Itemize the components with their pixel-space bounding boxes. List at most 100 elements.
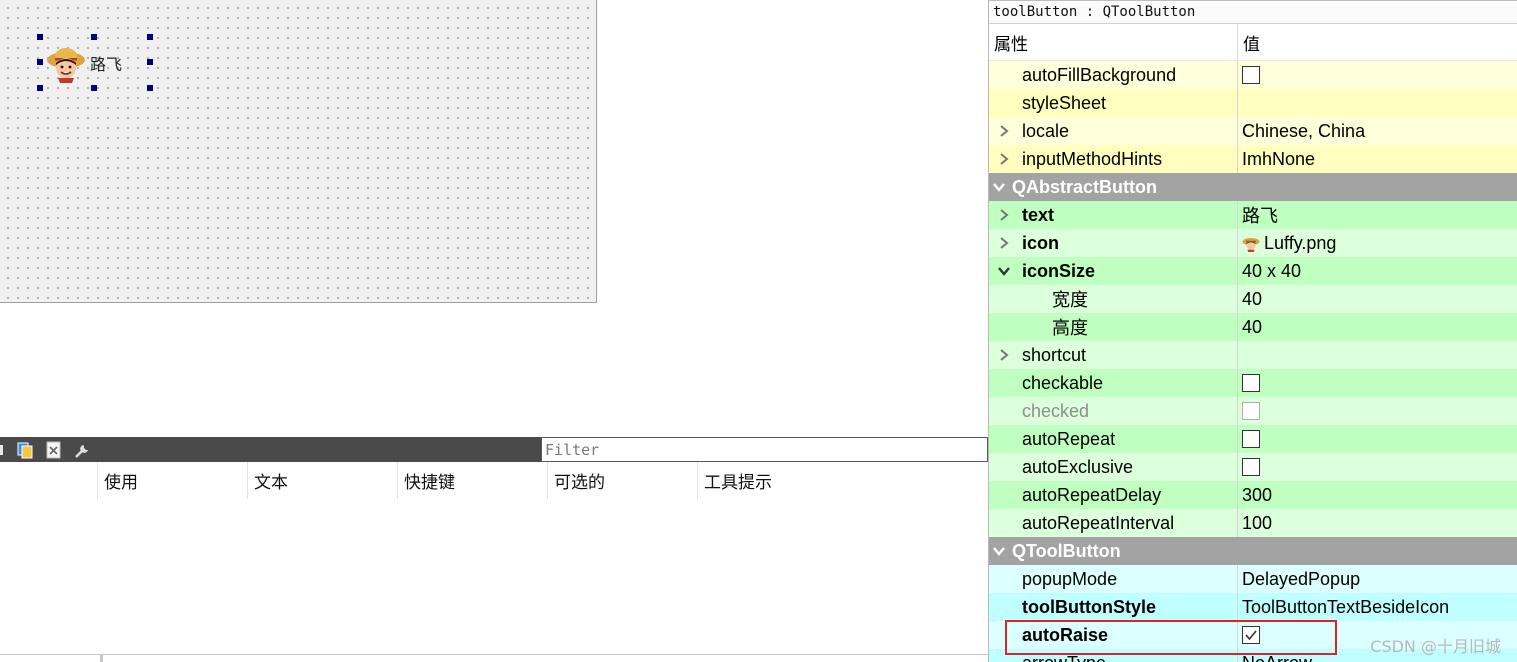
property-row-iconsize[interactable]: iconSize 40 x 40 bbox=[989, 257, 1517, 285]
property-name-cell[interactable]: autoRepeat bbox=[989, 425, 1238, 453]
property-row-inputmethodhints[interactable]: inputMethodHints ImhNone bbox=[989, 145, 1517, 173]
checkbox[interactable] bbox=[1242, 458, 1260, 476]
form-canvas[interactable]: 路飞 bbox=[0, 0, 597, 303]
property-name-cell[interactable]: autoRepeatInterval bbox=[989, 509, 1238, 537]
property-name-cell[interactable]: 宽度 bbox=[989, 285, 1238, 313]
property-row-autorepeatdelay[interactable]: autoRepeatDelay 300 bbox=[989, 481, 1517, 509]
value-column-header[interactable]: 值 bbox=[1238, 24, 1260, 60]
property-name-cell[interactable]: iconSize bbox=[989, 257, 1238, 285]
selection-handle-left[interactable] bbox=[37, 59, 43, 65]
property-name-cell[interactable]: popupMode bbox=[989, 565, 1238, 593]
property-name-cell[interactable]: locale bbox=[989, 117, 1238, 145]
property-value-cell[interactable]: Chinese, China bbox=[1238, 117, 1517, 145]
column-header-text[interactable]: 文本 bbox=[248, 462, 398, 499]
chevron-right-icon[interactable] bbox=[997, 124, 1011, 138]
property-name-cell[interactable]: 高度 bbox=[989, 313, 1238, 341]
selection-handle-right[interactable] bbox=[147, 59, 153, 65]
chevron-down-icon[interactable] bbox=[992, 544, 1006, 558]
property-row-locale[interactable]: locale Chinese, China bbox=[989, 117, 1517, 145]
selection-handle-top-right[interactable] bbox=[147, 34, 153, 40]
chevron-right-icon[interactable] bbox=[997, 208, 1011, 222]
property-value-cell[interactable] bbox=[1238, 425, 1517, 453]
property-name-cell[interactable]: icon bbox=[989, 229, 1238, 257]
property-row-checked[interactable]: checked bbox=[989, 397, 1517, 425]
property-value-cell[interactable] bbox=[1238, 89, 1517, 117]
selection-handle-bottom-left[interactable] bbox=[37, 85, 43, 91]
property-value-cell[interactable]: 100 bbox=[1238, 509, 1517, 537]
property-row-autofillbackground[interactable]: autoFillBackground bbox=[989, 61, 1517, 89]
property-name-cell[interactable]: text bbox=[989, 201, 1238, 229]
property-value: 300 bbox=[1242, 484, 1273, 505]
property-name-cell[interactable]: inputMethodHints bbox=[989, 145, 1238, 173]
property-value-cell[interactable]: 300 bbox=[1238, 481, 1517, 509]
property-value-cell[interactable]: ToolButtonTextBesideIcon bbox=[1238, 593, 1517, 621]
column-header-tooltip[interactable]: 工具提示 bbox=[698, 462, 988, 499]
group-label: QAbstractButton bbox=[1012, 176, 1157, 197]
new-action-icon[interactable] bbox=[0, 440, 6, 460]
property-name-cell[interactable]: autoRepeatDelay bbox=[989, 481, 1238, 509]
property-value-cell[interactable] bbox=[1238, 61, 1517, 89]
chevron-right-icon[interactable] bbox=[997, 236, 1011, 250]
property-row-autorepeat[interactable]: autoRepeat bbox=[989, 425, 1517, 453]
property-name-cell[interactable]: arrowType bbox=[989, 649, 1238, 662]
checkbox[interactable] bbox=[1242, 374, 1260, 392]
property-name-cell[interactable]: toolButtonStyle bbox=[989, 593, 1238, 621]
chevron-down-icon[interactable] bbox=[997, 264, 1011, 278]
property-value-cell[interactable] bbox=[1238, 369, 1517, 397]
property-column-header[interactable]: 属性 bbox=[989, 24, 1238, 60]
property-name-cell[interactable]: autoFillBackground bbox=[989, 61, 1238, 89]
property-row-checkable[interactable]: checkable bbox=[989, 369, 1517, 397]
property-name-cell[interactable]: checkable bbox=[989, 369, 1238, 397]
property-row-popupmode[interactable]: popupMode DelayedPopup bbox=[989, 565, 1517, 593]
selection-handle-top-left[interactable] bbox=[37, 34, 43, 40]
action-filter-input[interactable] bbox=[541, 437, 988, 462]
selection-handle-bottom[interactable] bbox=[91, 85, 97, 91]
copy-icon[interactable] bbox=[15, 440, 35, 460]
property-row-sub-9[interactable]: 高度 40 bbox=[989, 313, 1517, 341]
column-header-name[interactable] bbox=[0, 462, 98, 499]
property-value-cell[interactable]: 40 bbox=[1238, 313, 1517, 341]
property-row-autoexclusive[interactable]: autoExclusive bbox=[989, 453, 1517, 481]
property-name: 高度 bbox=[1052, 318, 1088, 338]
chevron-down-icon[interactable] bbox=[992, 180, 1006, 194]
property-value: 40 bbox=[1242, 316, 1263, 337]
property-value-cell[interactable] bbox=[1238, 453, 1517, 481]
property-name-cell[interactable]: shortcut bbox=[989, 341, 1238, 369]
property-row-shortcut[interactable]: shortcut bbox=[989, 341, 1517, 369]
property-row-toolbuttonstyle[interactable]: toolButtonStyle ToolButtonTextBesideIcon bbox=[989, 593, 1517, 621]
selection-handle-bottom-right[interactable] bbox=[147, 85, 153, 91]
property-name-cell[interactable]: checked bbox=[989, 397, 1238, 425]
property-group-qabstractbutton[interactable]: QAbstractButton bbox=[989, 173, 1517, 201]
property-value-cell[interactable] bbox=[1238, 397, 1517, 425]
column-header-used[interactable]: 使用 bbox=[98, 462, 248, 499]
column-header-shortcut[interactable]: 快捷键 bbox=[398, 462, 548, 499]
property-value-cell[interactable]: 路飞 bbox=[1238, 201, 1517, 229]
property-group-qtoolbutton[interactable]: QToolButton bbox=[989, 537, 1517, 565]
property-row-text[interactable]: text 路飞 bbox=[989, 201, 1517, 229]
property-name-cell[interactable]: autoRaise bbox=[989, 621, 1238, 649]
property-value-cell[interactable]: 40 bbox=[1238, 285, 1517, 313]
column-header-checkable[interactable]: 可选的 bbox=[548, 462, 698, 499]
property-value: Chinese, China bbox=[1242, 120, 1366, 141]
checkbox-checked[interactable] bbox=[1242, 626, 1260, 644]
property-row-stylesheet[interactable]: styleSheet bbox=[989, 89, 1517, 117]
property-name-cell[interactable]: styleSheet bbox=[989, 89, 1238, 117]
luffy-tool-button[interactable]: 路飞 bbox=[40, 37, 151, 88]
property-value-cell[interactable]: ImhNone bbox=[1238, 145, 1517, 173]
selection-handle-top[interactable] bbox=[91, 34, 97, 40]
delete-icon[interactable] bbox=[44, 440, 64, 460]
property-value-cell[interactable]: Luffy.png bbox=[1238, 229, 1517, 257]
property-value-cell[interactable]: DelayedPopup bbox=[1238, 565, 1517, 593]
property-value-cell[interactable]: 40 x 40 bbox=[1238, 257, 1517, 285]
property-row-sub-8[interactable]: 宽度 40 bbox=[989, 285, 1517, 313]
property-value-cell[interactable] bbox=[1238, 341, 1517, 369]
property-name-cell[interactable]: autoExclusive bbox=[989, 453, 1238, 481]
property-row-icon[interactable]: icon Luffy.png bbox=[989, 229, 1517, 257]
property-rows: autoFillBackground styleSheet locale Chines… bbox=[989, 61, 1517, 662]
checkbox[interactable] bbox=[1242, 430, 1260, 448]
property-row-autorepeatinterval[interactable]: autoRepeatInterval 100 bbox=[989, 509, 1517, 537]
configure-icon[interactable] bbox=[73, 440, 93, 460]
chevron-right-icon[interactable] bbox=[997, 348, 1011, 362]
chevron-right-icon[interactable] bbox=[997, 152, 1011, 166]
checkbox[interactable] bbox=[1242, 66, 1260, 84]
